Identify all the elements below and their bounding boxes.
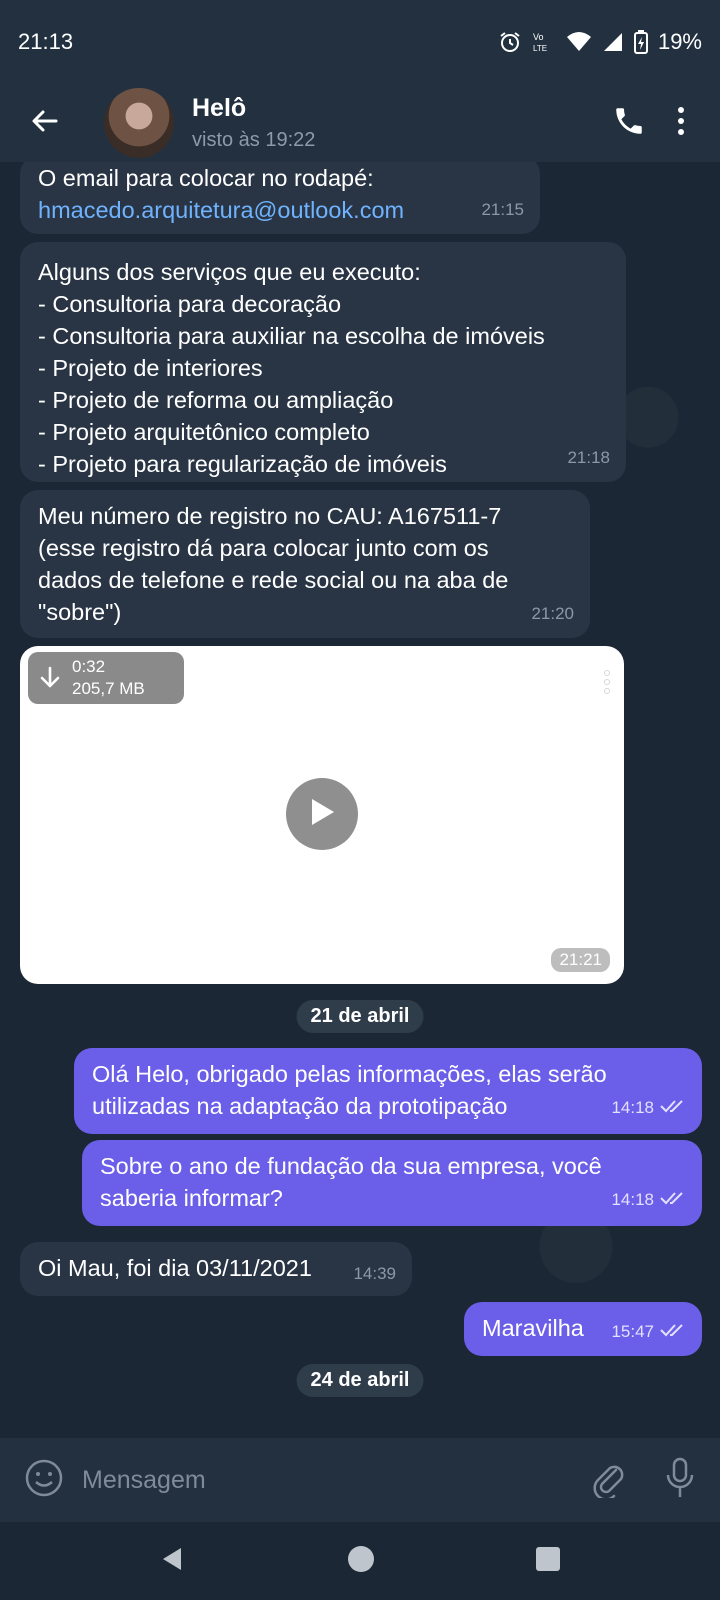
double-check-icon <box>660 1316 686 1348</box>
message-input[interactable]: Mensagem <box>82 1466 590 1495</box>
message-time-wrap: 15:47 <box>611 1316 686 1348</box>
more-vert-icon[interactable] <box>676 106 686 141</box>
message-text: Alguns dos serviços que eu executo: - Co… <box>38 259 545 477</box>
svg-text:LTE: LTE <box>533 44 547 53</box>
nav-recents-icon[interactable] <box>535 1546 561 1577</box>
message-time: 21:21 <box>551 948 610 972</box>
play-icon <box>308 797 336 832</box>
play-button[interactable] <box>286 778 358 850</box>
message-text: Sobre o ano de fundação da sua empresa, … <box>100 1153 602 1211</box>
message-incoming[interactable]: Meu número de registro no CAU: A167511-7… <box>20 490 590 638</box>
video-size: 205,7 MB <box>72 679 145 698</box>
message-incoming[interactable]: Oi Mau, foi dia 03/11/2021 14:39 <box>20 1242 412 1296</box>
chat-area[interactable]: O email para colocar no rodapé: hmacedo.… <box>0 162 720 1438</box>
video-meta: 0:32 205,7 MB <box>72 656 145 700</box>
nav-home-icon[interactable] <box>347 1545 375 1578</box>
contact-name: Helô <box>192 94 247 122</box>
message-text: Olá Helo, obrigado pelas informações, el… <box>92 1061 607 1119</box>
message-time: 21:20 <box>531 604 574 623</box>
nav-back-icon[interactable] <box>159 1545 187 1578</box>
alarm-icon <box>498 30 522 54</box>
message-outgoing[interactable]: Olá Helo, obrigado pelas informações, el… <box>74 1048 702 1134</box>
message-time: 14:18 <box>611 1190 654 1209</box>
battery-percent: 19% <box>657 29 702 54</box>
message-incoming[interactable]: O email para colocar no rodapé: hmacedo.… <box>20 162 540 234</box>
video-message[interactable]: 0:32 205,7 MB 21:21 <box>20 646 624 984</box>
volte-icon: Vo LTE <box>532 30 556 54</box>
status-bar: 21:13 Vo LTE 19% <box>0 0 720 84</box>
message-time-wrap: 14:18 <box>611 1092 686 1124</box>
header-actions <box>612 104 686 143</box>
message-time: 14:39 <box>353 1264 396 1283</box>
emoji-icon[interactable] <box>24 1458 64 1503</box>
wifi-icon <box>566 31 592 53</box>
last-seen: visto às 19:22 <box>192 129 316 151</box>
svg-text:Vo: Vo <box>533 32 544 42</box>
status-icons: Vo LTE 19% <box>498 29 702 55</box>
contact-info[interactable]: Helô visto às 19:22 <box>192 94 315 152</box>
back-arrow-icon <box>30 106 60 141</box>
message-text: O email para colocar no rodapé: <box>38 165 374 191</box>
message-time: 14:18 <box>611 1098 654 1117</box>
video-duration: 0:32 <box>72 657 106 676</box>
message-outgoing[interactable]: Maravilha 15:47 <box>464 1302 702 1356</box>
message-incoming[interactable]: Alguns dos serviços que eu executo: - Co… <box>20 242 626 482</box>
message-text: Oi Mau, foi dia 03/11/2021 <box>38 1255 312 1281</box>
message-time: 21:15 <box>481 200 524 219</box>
video-menu-icon[interactable] <box>604 670 610 694</box>
message-time: 15:47 <box>611 1322 654 1341</box>
date-separator: 21 de abril <box>296 1000 424 1033</box>
message-outgoing[interactable]: Sobre o ano de fundação da sua empresa, … <box>82 1140 702 1226</box>
message-time: 21:18 <box>567 448 610 467</box>
signal-icon <box>602 31 624 53</box>
message-link[interactable]: hmacedo.arquitetura@outlook.com <box>38 194 522 226</box>
message-composer: Mensagem <box>0 1438 720 1522</box>
date-separator: 24 de abril <box>296 1364 424 1397</box>
download-icon <box>28 666 72 690</box>
status-time: 21:13 <box>18 29 74 54</box>
attach-icon[interactable] <box>590 1458 626 1503</box>
battery-icon <box>633 30 648 54</box>
double-check-icon <box>660 1184 686 1216</box>
message-time-wrap: 14:18 <box>611 1184 686 1216</box>
system-nav-bar <box>0 1522 720 1600</box>
phone-icon[interactable] <box>612 104 646 143</box>
mic-icon[interactable] <box>664 1457 696 1504</box>
back-button[interactable] <box>18 96 72 150</box>
download-chip[interactable]: 0:32 205,7 MB <box>28 652 184 704</box>
chat-header: Helô visto às 19:22 <box>0 84 720 162</box>
double-check-icon <box>660 1092 686 1124</box>
message-text: Meu número de registro no CAU: A167511-7… <box>38 503 509 625</box>
avatar[interactable] <box>104 88 174 158</box>
